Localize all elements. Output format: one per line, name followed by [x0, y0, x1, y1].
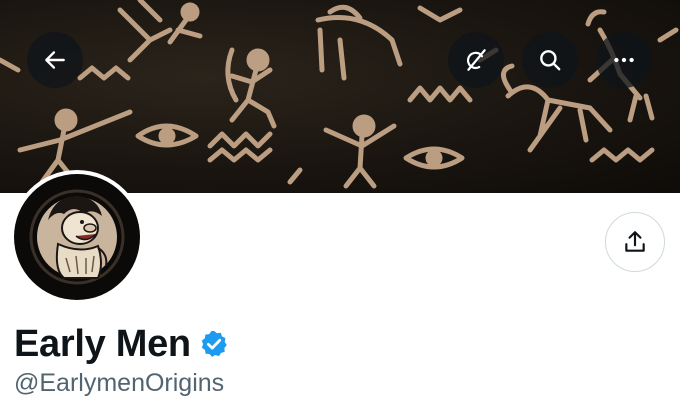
- caveman-avatar-image: [14, 174, 140, 300]
- profile-handle: @EarlymenOrigins: [14, 369, 225, 397]
- grok-button[interactable]: [448, 32, 504, 88]
- share-icon: [625, 231, 645, 252]
- more-icon: [614, 57, 634, 63]
- profile-banner[interactable]: [0, 0, 680, 193]
- share-button[interactable]: [605, 212, 665, 272]
- back-button[interactable]: [27, 32, 83, 88]
- cave-painting-banner: [0, 0, 679, 189]
- search-button[interactable]: [522, 32, 578, 88]
- avatar[interactable]: [10, 170, 144, 304]
- verified-badge-icon[interactable]: [199, 329, 229, 359]
- search-icon: [540, 50, 561, 71]
- more-button[interactable]: [596, 32, 652, 88]
- grok-icon: [466, 49, 486, 71]
- display-name: Early Men: [14, 323, 191, 365]
- arrow-left-icon: [45, 51, 65, 69]
- profile-name-row: Early Men: [14, 322, 229, 366]
